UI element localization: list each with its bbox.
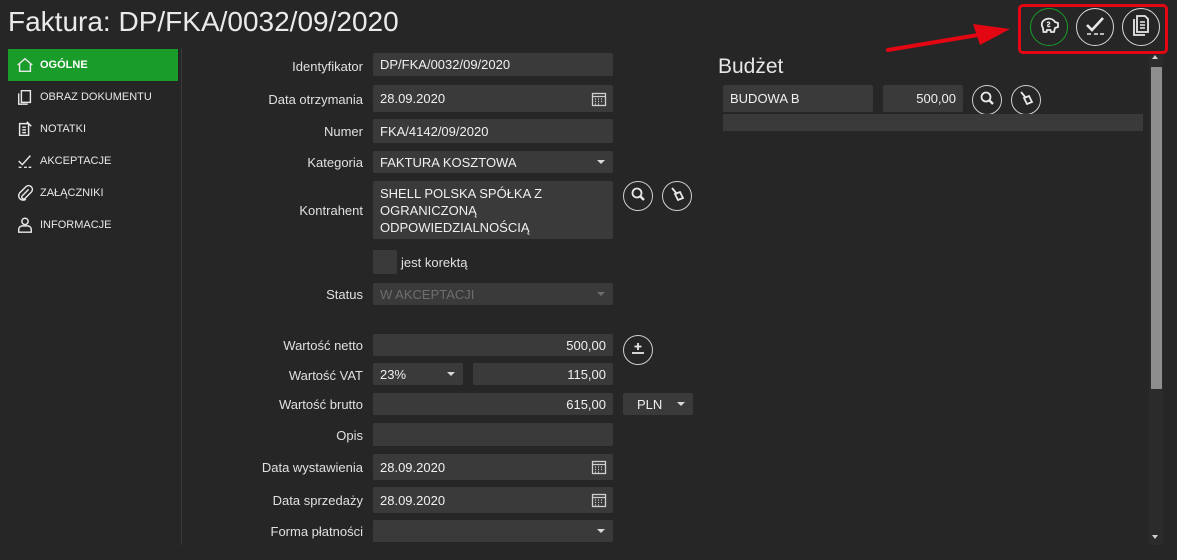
home-icon <box>14 54 36 76</box>
budzet-name-field[interactable]: BUDOWA B <box>723 85 873 112</box>
sidebar-item-ogolne[interactable]: OGÓLNE <box>8 49 178 81</box>
wartosc-netto-label: Wartość netto <box>283 338 363 353</box>
status-label: Status <box>326 287 363 302</box>
numer-value: FKA/4142/09/2020 <box>380 123 489 139</box>
kategoria-select[interactable]: FAKTURA KOSZTOWA <box>373 151 613 173</box>
budzet-clear-button[interactable] <box>1011 85 1041 115</box>
vat-rate-select[interactable]: 23% <box>373 363 463 385</box>
status-select: W AKCEPTACJI <box>373 283 613 305</box>
identyfikator-label: Identyfikator <box>292 59 363 74</box>
scroll-down-arrow-icon[interactable] <box>1152 535 1158 539</box>
search-icon <box>979 90 995 111</box>
wartosc-vat-label: Wartość VAT <box>288 368 363 383</box>
data-wystawienia-field[interactable]: 28.09.2020 <box>373 454 613 480</box>
calendar-icon[interactable] <box>591 91 607 107</box>
wartosc-netto-value: 500,00 <box>566 337 606 353</box>
budzet-search-button[interactable] <box>972 85 1002 115</box>
budzet-summary-bar <box>723 114 1143 131</box>
wartosc-vat-field[interactable]: 115,00 <box>473 363 613 385</box>
notes-icon <box>14 118 36 140</box>
kategoria-value: FAKTURA KOSZTOWA <box>380 154 517 170</box>
checkmark-icon <box>14 150 36 172</box>
chevron-down-icon <box>677 402 685 406</box>
kontrahent-search-button[interactable] <box>623 181 653 211</box>
sidebar-item-label: AKCEPTACJE <box>40 155 112 167</box>
add-split-button[interactable] <box>623 335 653 365</box>
wartosc-netto-field[interactable]: 500,00 <box>373 334 613 356</box>
kategoria-label: Kategoria <box>307 155 363 170</box>
sidebar-item-obraz-dokumentu[interactable]: OBRAZ DOKUMENTU <box>8 81 178 113</box>
data-wystawienia-label: Data wystawienia <box>261 460 363 475</box>
budzet-name-value: BUDOWA B <box>730 91 800 106</box>
budzet-title: Budżet <box>718 55 784 78</box>
wartosc-brutto-field[interactable]: 615,00 <box>373 393 613 415</box>
user-info-icon <box>14 214 36 236</box>
calendar-icon[interactable] <box>591 459 607 475</box>
wartosc-brutto-value: 615,00 <box>566 396 606 412</box>
opis-label: Opis <box>336 428 363 443</box>
data-otrzymania-value: 28.09.2020 <box>380 91 446 106</box>
kontrahent-label: Kontrahent <box>299 203 363 218</box>
numer-field[interactable]: FKA/4142/09/2020 <box>373 119 613 143</box>
broom-icon <box>669 186 685 207</box>
jest-korekta-checkbox[interactable] <box>373 250 397 274</box>
data-wystawienia-value: 28.09.2020 <box>380 459 446 475</box>
page-title: Faktura: DP/FKA/0032/09/2020 <box>8 6 399 37</box>
broom-icon <box>1018 90 1034 111</box>
data-sprzedazy-label: Data sprzedaży <box>272 493 363 508</box>
chevron-down-icon <box>597 160 605 164</box>
vat-rate-value: 23% <box>380 366 407 382</box>
data-otrzymania-field[interactable]: 28.09.2020 <box>373 85 613 112</box>
sidebar-item-label: NOTATKI <box>40 123 87 135</box>
sidebar: OGÓLNE OBRAZ DOKUMENTU NOTATKI AKCEPTACJ… <box>8 49 178 241</box>
data-sprzedazy-value: 28.09.2020 <box>380 492 446 508</box>
forma-platnosci-select[interactable] <box>373 520 613 542</box>
wartosc-vat-value: 115,00 <box>567 366 606 382</box>
budzet-amount-field[interactable]: 500,00 <box>883 85 963 112</box>
sidebar-item-label: INFORMACJE <box>40 219 112 231</box>
scroll-up-arrow-icon[interactable] <box>1152 55 1158 59</box>
chevron-down-icon <box>447 372 455 376</box>
chevron-down-icon <box>597 529 605 533</box>
currency-select[interactable]: PLN <box>623 393 693 415</box>
kontrahent-value: SHELL POLSKA SPÓŁKA Z OGRANICZONĄ ODPOWI… <box>380 186 543 235</box>
currency-value: PLN <box>637 396 663 412</box>
forma-platnosci-label: Forma płatności <box>270 524 363 539</box>
sidebar-item-informacje[interactable]: INFORMACJE <box>8 209 178 241</box>
sidebar-item-zalaczniki[interactable]: ZAŁĄCZNIKI <box>8 177 178 209</box>
identyfikator-field[interactable]: DP/FKA/0032/09/2020 <box>373 53 613 76</box>
scrollbar-thumb[interactable] <box>1151 67 1162 389</box>
chevron-down-icon <box>597 292 605 296</box>
sidebar-item-label: OGÓLNE <box>40 59 88 71</box>
data-sprzedazy-field[interactable]: 28.09.2020 <box>373 487 613 513</box>
calendar-icon[interactable] <box>591 492 607 508</box>
kontrahent-clear-button[interactable] <box>662 181 692 211</box>
status-value: W AKCEPTACJI <box>380 286 475 302</box>
toolbar-highlight-frame <box>1018 4 1168 54</box>
data-otrzymania-label: Data otrzymania <box>268 92 363 107</box>
document-image-icon <box>14 86 36 108</box>
identyfikator-value: DP/FKA/0032/09/2020 <box>380 57 511 72</box>
sidebar-item-akceptacje[interactable]: AKCEPTACJE <box>8 145 178 177</box>
sidebar-item-notatki[interactable]: NOTATKI <box>8 113 178 145</box>
sidebar-divider <box>181 48 182 545</box>
jest-korekta-label: jest korektą <box>401 255 468 270</box>
paperclip-icon <box>14 182 36 204</box>
add-icon <box>630 340 646 361</box>
kontrahent-field[interactable]: SHELL POLSKA SPÓŁKA Z OGRANICZONĄ ODPOWI… <box>373 181 613 239</box>
budzet-amount-value: 500,00 <box>916 91 956 106</box>
sidebar-item-label: OBRAZ DOKUMENTU <box>40 91 152 103</box>
wartosc-brutto-label: Wartość brutto <box>278 397 363 412</box>
sidebar-item-label: ZAŁĄCZNIKI <box>40 187 104 199</box>
opis-field[interactable] <box>373 423 613 446</box>
numer-label: Numer <box>323 124 363 139</box>
search-icon <box>630 186 646 207</box>
